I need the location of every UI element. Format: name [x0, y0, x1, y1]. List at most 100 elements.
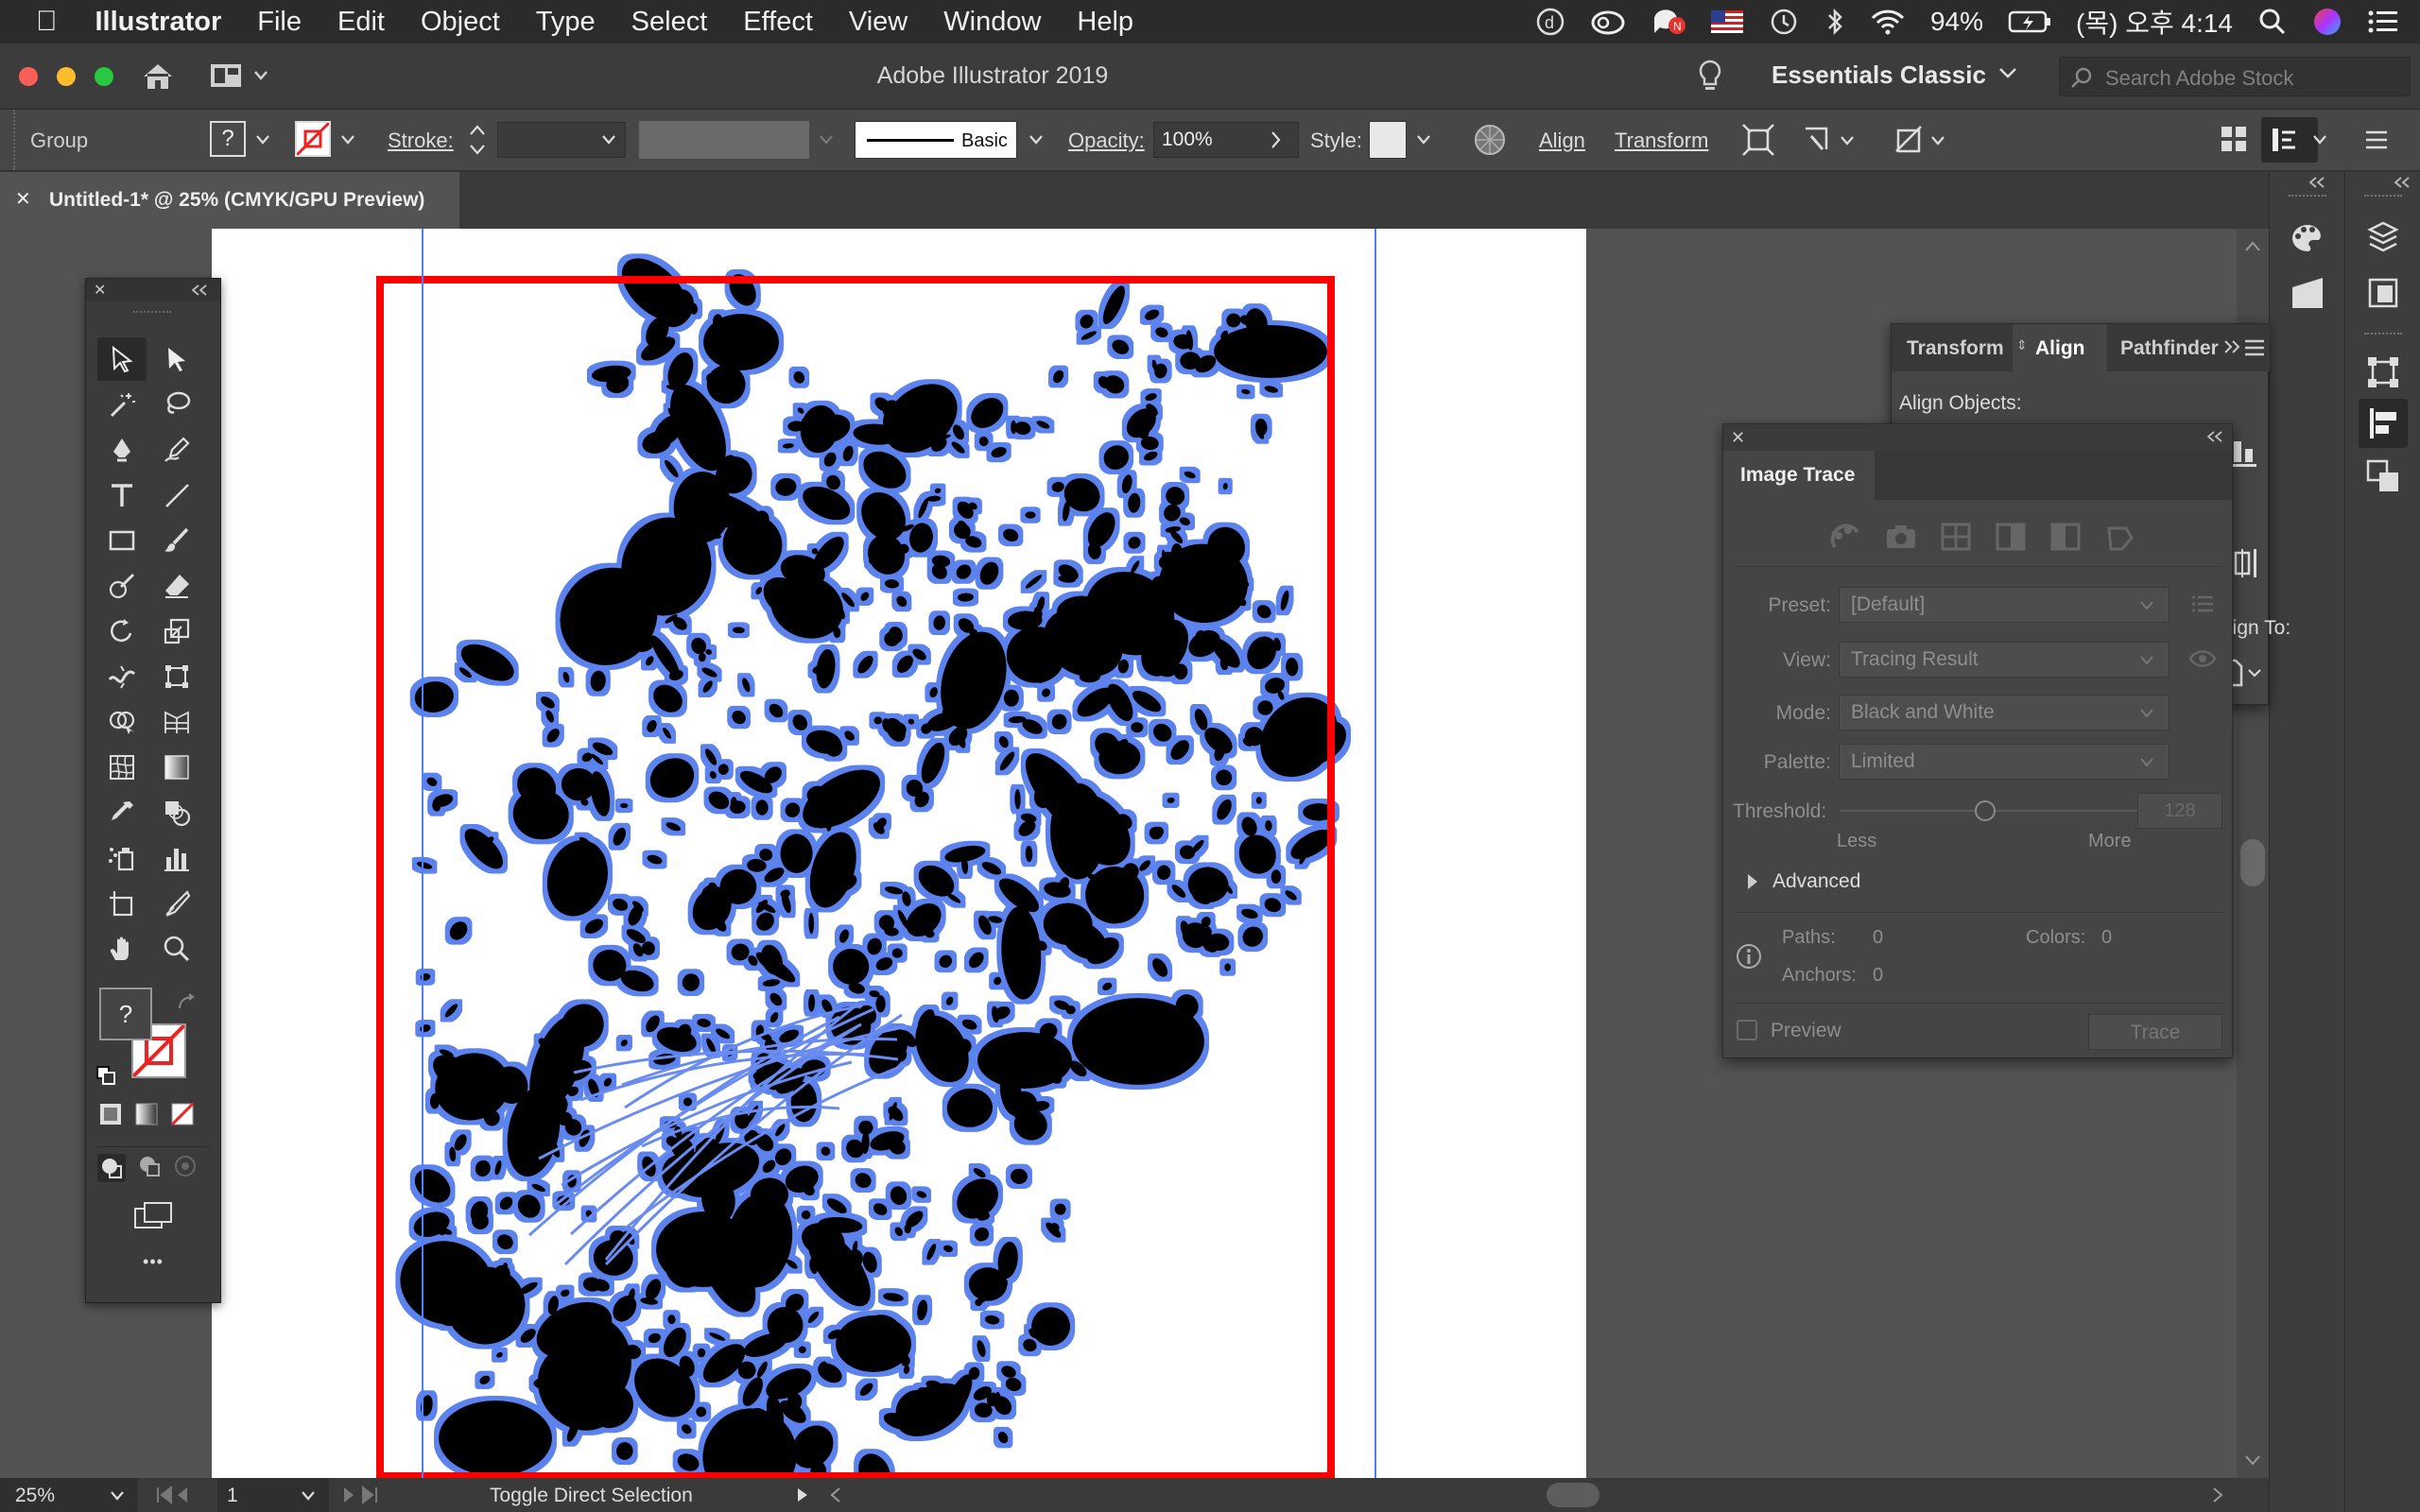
brush-definition-dropdown[interactable]: Basic — [855, 121, 1017, 159]
toolbox-close-icon[interactable]: ✕ — [94, 281, 106, 300]
lasso-tool-icon[interactable] — [152, 383, 201, 426]
panel-overflow-icon[interactable] — [2222, 339, 2241, 354]
threshold-value-field[interactable]: 128 — [2137, 793, 2222, 829]
align-panel-icon[interactable] — [2359, 399, 2408, 448]
collapse-dock-right-icon[interactable] — [2393, 176, 2411, 189]
mode-dropdown[interactable]: Black and White — [1839, 695, 2169, 730]
opacity-arrow-icon[interactable] — [1270, 130, 1282, 149]
symbol-sprayer-tool-icon[interactable] — [97, 836, 147, 880]
free-transform-tool-icon[interactable] — [152, 655, 201, 698]
variable-width-profile-dropdown[interactable] — [639, 121, 809, 159]
menu-object[interactable]: Object — [421, 7, 500, 38]
draw-inside-icon[interactable] — [173, 1154, 198, 1182]
menu-type[interactable]: Type — [536, 7, 596, 38]
slice-tool-icon[interactable] — [152, 882, 201, 925]
gradient-mode-icon[interactable] — [135, 1103, 158, 1125]
creative-cloud-icon[interactable] — [1590, 8, 1626, 36]
properties-panel-toggle-icon[interactable] — [2261, 117, 2318, 163]
transform-link[interactable]: Transform — [1615, 129, 1708, 153]
scroll-down-icon[interactable] — [2244, 1453, 2261, 1467]
stroke-weight-chevron-icon[interactable] — [601, 134, 616, 146]
menu-view[interactable]: View — [849, 7, 908, 38]
color-guide-icon[interactable] — [2287, 219, 2328, 257]
paintbrush-tool-icon[interactable] — [152, 519, 201, 562]
advanced-disclosure-icon[interactable] — [1746, 872, 1759, 891]
transform-panel-icon[interactable] — [2364, 353, 2402, 391]
gradient-tool-icon[interactable] — [152, 746, 201, 789]
brush-chevron-icon[interactable] — [1028, 134, 1044, 146]
zoom-level-field[interactable]: 25% — [0, 1478, 138, 1512]
toolbox-collapse-icon[interactable] — [190, 284, 209, 297]
stroke-dropdown-chevron-icon[interactable] — [340, 134, 355, 146]
traced-leopard-artwork[interactable] — [212, 229, 1586, 1478]
artboard[interactable] — [212, 229, 1586, 1478]
siri-icon[interactable] — [2312, 7, 2342, 37]
view-dropdown[interactable]: Tracing Result — [1839, 642, 2169, 678]
menu-effect[interactable]: Effect — [743, 7, 813, 38]
vertical-scroll-thumb[interactable] — [2240, 839, 2265, 886]
scroll-up-icon[interactable] — [2244, 240, 2261, 253]
selection-tool-icon[interactable] — [97, 337, 147, 381]
direct-selection-tool-icon[interactable] — [152, 337, 201, 381]
zoom-tool-icon[interactable] — [152, 927, 201, 971]
stroke-color-swatch[interactable] — [295, 121, 331, 157]
menu-help[interactable]: Help — [1077, 7, 1133, 38]
draw-behind-icon[interactable] — [137, 1154, 162, 1182]
notification-badge-icon[interactable]: N — [1651, 7, 1686, 37]
blend-tool-icon[interactable] — [152, 791, 201, 834]
stock-search-input[interactable]: Search Adobe Stock — [2059, 57, 2411, 96]
stroke-weight-stepper[interactable] — [467, 121, 488, 159]
pen-tool-icon[interactable] — [97, 428, 147, 472]
toolbox-grip[interactable] — [133, 311, 171, 313]
trace-button[interactable]: Trace — [2088, 1014, 2222, 1050]
panel-chevron-down-icon[interactable] — [2312, 134, 2327, 146]
rotate-tool-icon[interactable] — [97, 610, 147, 653]
current-tool-hint[interactable]: Toggle Direct Selection — [490, 1485, 693, 1507]
workspace-chevron-down-icon[interactable] — [1998, 66, 2017, 79]
style-chevron-icon[interactable] — [1416, 134, 1431, 146]
menu-edit[interactable]: Edit — [337, 7, 385, 38]
artboard-number-field[interactable]: 1 — [217, 1478, 329, 1512]
horizontal-scroll-thumb[interactable] — [1547, 1483, 1599, 1507]
tab-transform[interactable]: Transform — [1907, 337, 2004, 360]
scale-tool-icon[interactable] — [152, 610, 201, 653]
dock-grip-right[interactable] — [2364, 195, 2402, 197]
artboard-tool-icon[interactable] — [97, 882, 147, 925]
align-panel-menu-icon[interactable] — [2243, 337, 2266, 358]
us-flag-icon[interactable] — [1710, 10, 1743, 33]
change-screen-mode-icon[interactable] — [133, 1201, 173, 1231]
menu-file[interactable]: File — [257, 7, 302, 38]
column-graph-tool-icon[interactable] — [152, 836, 201, 880]
libraries-icon[interactable] — [2364, 219, 2402, 257]
pathfinder-panel-icon[interactable] — [2364, 457, 2402, 495]
tab-pathfinder[interactable]: Pathfinder — [2120, 337, 2219, 360]
document-tab[interactable]: ✕ Untitled-1* @ 25% (CMYK/GPU Preview) — [0, 172, 459, 229]
menu-app-name[interactable]: Illustrator — [95, 7, 222, 38]
line-segment-tool-icon[interactable] — [152, 473, 201, 517]
menu-select[interactable]: Select — [631, 7, 708, 38]
time-machine-icon[interactable] — [1768, 7, 1800, 37]
magic-wand-tool-icon[interactable] — [97, 383, 147, 426]
hand-tool-icon[interactable] — [97, 927, 147, 971]
width-tool-icon[interactable] — [97, 655, 147, 698]
control-bar-grip[interactable] — [13, 110, 17, 170]
shaper-tool-icon[interactable] — [97, 564, 147, 608]
artboards-panel-icon[interactable] — [2364, 274, 2402, 312]
collapse-dock-left-icon[interactable] — [2308, 176, 2326, 189]
edit-toolbar-button[interactable]: ••• — [86, 1252, 220, 1272]
swap-fill-stroke-icon[interactable] — [177, 993, 198, 1012]
battery-icon[interactable] — [2008, 9, 2051, 34]
draw-normal-icon[interactable] — [97, 1154, 126, 1182]
opacity-label[interactable]: Opacity: — [1068, 129, 1145, 153]
select-similar-icon[interactable] — [1893, 123, 1949, 157]
puppet-warp-icon[interactable] — [1802, 123, 1858, 157]
color-mode-icon[interactable] — [99, 1103, 122, 1125]
last-artboard-icon[interactable] — [340, 1486, 388, 1504]
perspective-grid-tool-icon[interactable] — [152, 700, 201, 744]
eyedropper-tool-icon[interactable] — [97, 791, 147, 834]
advanced-toggle[interactable]: Advanced — [1772, 870, 1860, 893]
default-fill-stroke-icon[interactable] — [95, 1065, 116, 1086]
wifi-icon[interactable] — [1870, 8, 1906, 36]
control-menu-icon[interactable] — [2363, 127, 2390, 153]
dock-grip-right-2[interactable] — [2364, 333, 2402, 335]
